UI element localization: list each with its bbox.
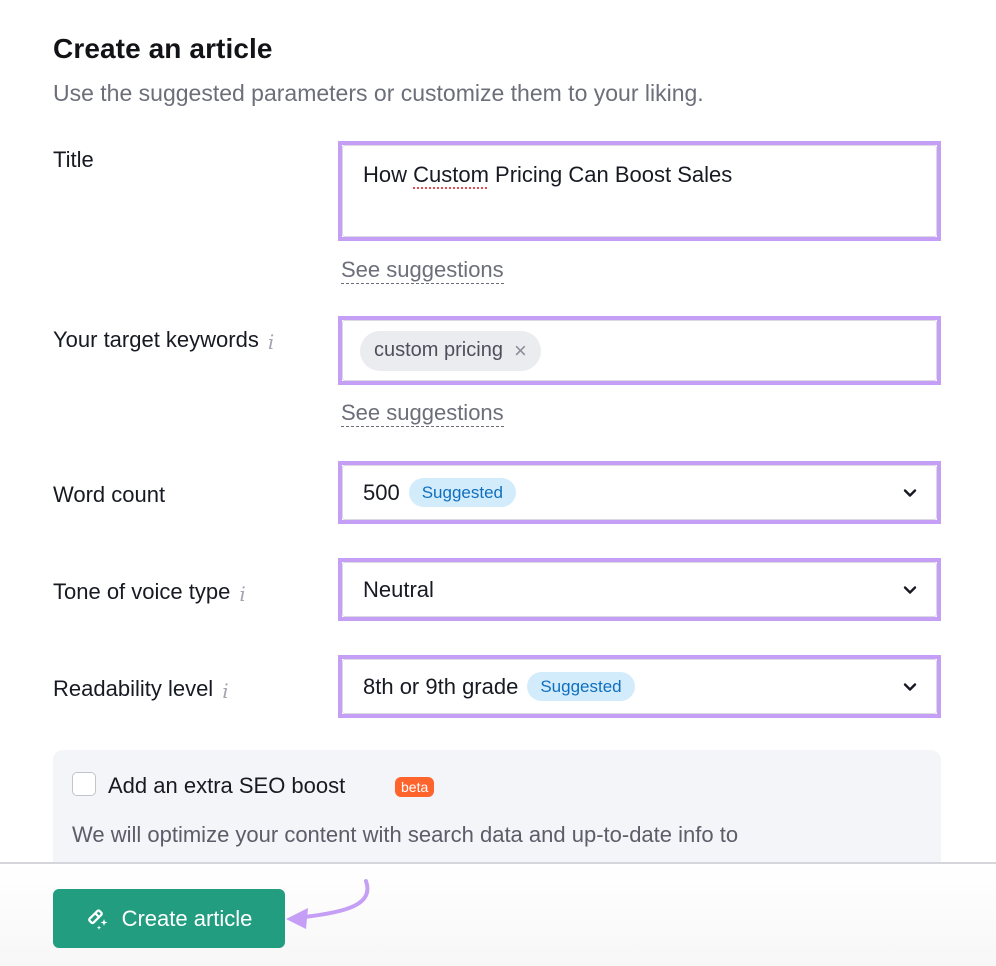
misspelled-word: Custom — [413, 162, 489, 187]
title-see-suggestions-link[interactable]: See suggestions — [341, 257, 504, 284]
beta-badge: beta — [395, 777, 435, 797]
seo-boost-checkbox[interactable] — [72, 772, 96, 796]
info-icon[interactable]: i — [268, 330, 274, 354]
readability-value: 8th or 9th grade — [363, 673, 519, 699]
chevron-down-icon — [903, 682, 917, 691]
info-icon[interactable]: i — [222, 679, 228, 703]
keywords-label: Your target keywords i — [53, 327, 275, 354]
remove-keyword-icon[interactable]: × — [514, 339, 527, 362]
seo-boost-label[interactable]: Add an extra SEO boost — [108, 773, 345, 799]
word-count-value: 500 — [363, 479, 400, 505]
tone-select[interactable]: Neutral — [338, 558, 941, 621]
word-count-label: Word count — [53, 482, 166, 507]
word-count-select[interactable]: 500 Suggested — [338, 461, 941, 524]
readability-label: Readability level i — [53, 676, 229, 703]
create-article-panel: Create an article Use the suggested para… — [0, 0, 996, 966]
magic-wand-icon — [87, 908, 108, 930]
keywords-see-suggestions-link[interactable]: See suggestions — [341, 400, 504, 427]
title-input-value: How Custom Pricing Can Boost Sales — [363, 162, 733, 187]
tone-label: Tone of voice type i — [53, 579, 246, 606]
seo-boost-description: We will optimize your content with searc… — [72, 822, 739, 847]
create-article-button[interactable]: Create article — [53, 889, 285, 948]
chevron-down-icon — [903, 585, 917, 594]
tone-value: Neutral — [363, 576, 434, 602]
suggested-badge: Suggested — [408, 478, 517, 507]
keyword-chip: custom pricing × — [360, 330, 541, 371]
title-label: Title — [53, 147, 94, 172]
info-icon[interactable]: i — [239, 582, 245, 606]
page-title: Create an article — [53, 33, 273, 64]
create-article-label: Create article — [121, 905, 253, 931]
title-input[interactable]: How Custom Pricing Can Boost Sales — [338, 141, 941, 241]
suggested-badge: Suggested — [527, 672, 635, 701]
chevron-down-icon — [903, 488, 917, 497]
page-subtitle: Use the suggested parameters or customiz… — [53, 80, 704, 106]
readability-select[interactable]: 8th or 9th grade Suggested — [338, 655, 941, 718]
keywords-input[interactable]: custom pricing × — [338, 316, 941, 385]
